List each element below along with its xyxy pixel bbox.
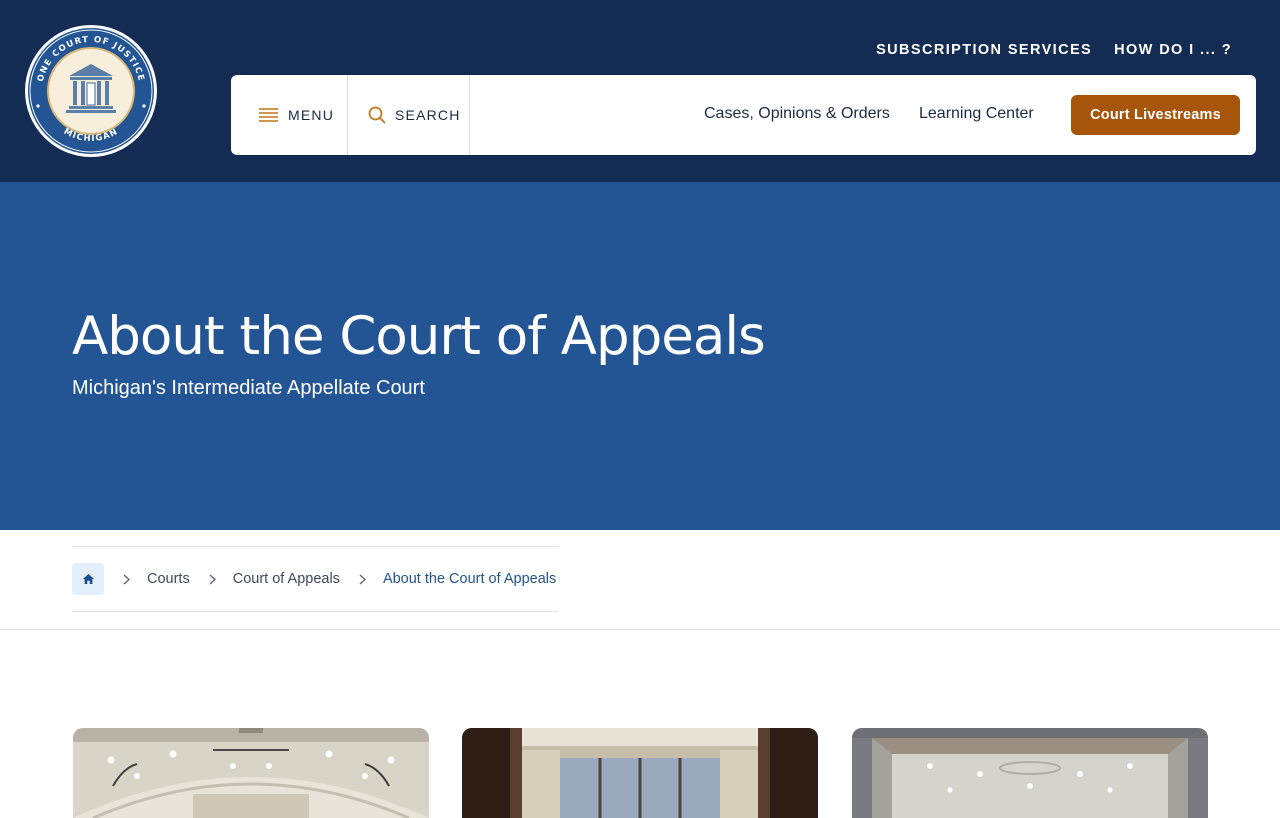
search-label: SEARCH <box>395 107 461 123</box>
learning-center-link[interactable]: Learning Center <box>919 105 1034 123</box>
conference-room-photo <box>462 728 818 818</box>
courtroom-photo-card[interactable] <box>73 728 429 818</box>
main-nav-bar: MENU SEARCH Cases, Opinions & Orders Lea… <box>231 75 1256 155</box>
search-button[interactable]: SEARCH <box>348 75 470 155</box>
breadcrumb-court-of-appeals[interactable]: Court of Appeals <box>233 571 340 587</box>
menu-label: MENU <box>288 107 335 123</box>
site-header: ONE COURT OF JUSTICE MICHIGAN SUBSCRIPTI… <box>0 0 1280 182</box>
chevron-right-icon <box>123 573 131 585</box>
search-icon <box>368 106 386 124</box>
chevron-right-icon <box>359 573 367 585</box>
hero-banner: About the Court of Appeals Michigan's In… <box>0 182 1280 530</box>
chevron-right-icon <box>209 573 217 585</box>
breadcrumb-home[interactable] <box>72 563 104 595</box>
hearing-room-photo-card[interactable] <box>852 728 1208 818</box>
how-do-i-link[interactable]: HOW DO I ... ? <box>1114 42 1232 58</box>
utility-nav: SUBSCRIPTION SERVICES HOW DO I ... ? <box>876 42 1232 58</box>
cases-opinions-orders-link[interactable]: Cases, Opinions & Orders <box>704 105 890 123</box>
menu-button[interactable]: MENU <box>231 75 348 155</box>
page-title: About the Court of Appeals <box>72 306 766 367</box>
home-icon <box>82 574 94 584</box>
conference-room-photo-card[interactable] <box>462 728 818 818</box>
subscription-services-link[interactable]: SUBSCRIPTION SERVICES <box>876 42 1092 58</box>
court-seal-logo[interactable]: ONE COURT OF JUSTICE MICHIGAN <box>24 24 158 158</box>
page-subtitle: Michigan's Intermediate Appellate Court <box>72 377 425 399</box>
breadcrumb-current: About the Court of Appeals <box>382 571 557 587</box>
court-livestreams-button[interactable]: Court Livestreams <box>1071 95 1240 135</box>
section-divider <box>0 629 1280 630</box>
hearing-room-photo <box>852 728 1208 818</box>
hamburger-icon <box>259 108 278 122</box>
courtroom-photo <box>73 728 429 818</box>
breadcrumb-courts[interactable]: Courts <box>147 571 190 587</box>
breadcrumb: Courts Court of Appeals About the Court … <box>72 546 558 612</box>
